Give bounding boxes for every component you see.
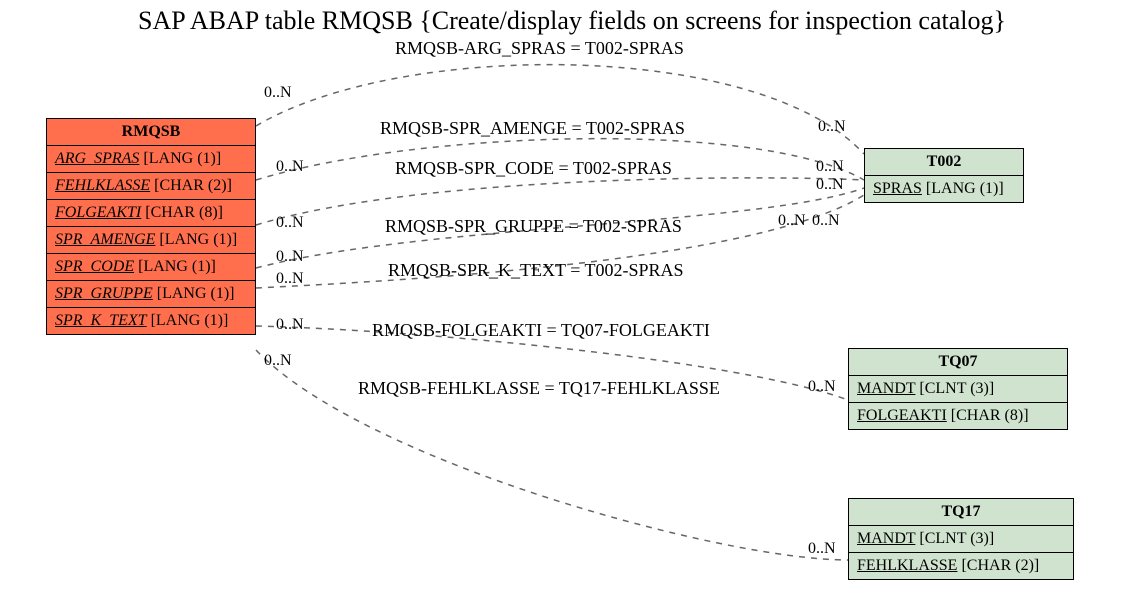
cardinality-label: 0..N (816, 158, 844, 176)
relation-label: RMQSB-ARG_SPRAS = T002-SPRAS (395, 38, 684, 59)
field-row: FEHLKLASSE [CHAR (2)] (47, 173, 255, 200)
page-title: SAP ABAP table RMQSB {Create/display fie… (0, 6, 1144, 36)
field-type: [CHAR (2)] (961, 557, 1039, 574)
field-row: SPRAS [LANG (1)] (865, 176, 1023, 202)
field-name: FEHLKLASSE (55, 177, 150, 194)
table-tq17: TQ17 MANDT [CLNT (3)] FEHLKLASSE [CHAR (… (848, 498, 1074, 580)
field-name: ARG_SPRAS (55, 150, 139, 167)
field-type: [LANG (1)] (926, 180, 1004, 197)
cardinality-label: 0..N (812, 212, 840, 230)
field-name: FOLGEAKTI (857, 407, 947, 424)
field-type: [CHAR (2)] (154, 177, 232, 194)
field-type: [LANG (1)] (157, 285, 235, 302)
table-rmqsb: RMQSB ARG_SPRAS [LANG (1)] FEHLKLASSE [C… (46, 118, 256, 335)
field-type: [CHAR (8)] (145, 204, 223, 221)
field-name: SPR_K_TEXT (55, 312, 147, 329)
table-t002-header: T002 (865, 149, 1023, 176)
field-name: MANDT (857, 380, 915, 397)
cardinality-label: 0..N (276, 270, 304, 288)
field-row: MANDT [CLNT (3)] (849, 526, 1073, 553)
cardinality-label: 0..N (818, 118, 846, 136)
relation-label: RMQSB-SPR_K_TEXT = T002-SPRAS (388, 260, 684, 281)
table-tq07-header: TQ07 (849, 349, 1067, 376)
cardinality-label: 0..N (264, 84, 292, 102)
field-name: SPR_CODE (55, 258, 134, 275)
field-row: FOLGEAKTI [CHAR (8)] (47, 200, 255, 227)
field-row: MANDT [CLNT (3)] (849, 376, 1067, 403)
field-name: FOLGEAKTI (55, 204, 141, 221)
cardinality-label: 0..N (264, 352, 292, 370)
field-row: FEHLKLASSE [CHAR (2)] (849, 553, 1073, 579)
field-type: [LANG (1)] (151, 312, 229, 329)
field-row: FOLGEAKTI [CHAR (8)] (849, 403, 1067, 429)
field-type: [CLNT (3)] (919, 380, 994, 397)
cardinality-label: 0..N (276, 214, 304, 232)
cardinality-label: 0..N (276, 158, 304, 176)
cardinality-label: 0..N (808, 378, 836, 396)
relation-label: RMQSB-FEHLKLASSE = TQ17-FEHLKLASSE (358, 378, 720, 399)
table-rmqsb-header: RMQSB (47, 119, 255, 146)
field-name: SPRAS (873, 180, 922, 197)
field-row: SPR_GRUPPE [LANG (1)] (47, 281, 255, 308)
table-tq07: TQ07 MANDT [CLNT (3)] FOLGEAKTI [CHAR (8… (848, 348, 1068, 430)
cardinality-label: 0..N (816, 176, 844, 194)
field-name: MANDT (857, 530, 915, 547)
table-t002: T002 SPRAS [LANG (1)] (864, 148, 1024, 203)
cardinality-label: 0..N (276, 248, 304, 266)
cardinality-label: 0..N (808, 540, 836, 558)
field-type: [CHAR (8)] (951, 407, 1029, 424)
field-type: [LANG (1)] (143, 150, 221, 167)
field-row: SPR_AMENGE [LANG (1)] (47, 227, 255, 254)
relation-label: RMQSB-SPR_AMENGE = T002-SPRAS (380, 118, 685, 139)
field-type: [CLNT (3)] (919, 530, 994, 547)
field-type: [LANG (1)] (159, 231, 237, 248)
field-row: ARG_SPRAS [LANG (1)] (47, 146, 255, 173)
field-row: SPR_K_TEXT [LANG (1)] (47, 308, 255, 334)
table-tq17-header: TQ17 (849, 499, 1073, 526)
cardinality-label: 0..N (276, 316, 304, 334)
relation-label: RMQSB-SPR_CODE = T002-SPRAS (395, 158, 672, 179)
relation-label: RMQSB-FOLGEAKTI = TQ07-FOLGEAKTI (372, 320, 710, 341)
field-row: SPR_CODE [LANG (1)] (47, 254, 255, 281)
field-name: SPR_GRUPPE (55, 285, 153, 302)
relation-label: RMQSB-SPR_GRUPPE = T002-SPRAS (385, 216, 682, 237)
field-type: [LANG (1)] (138, 258, 216, 275)
field-name: SPR_AMENGE (55, 231, 155, 248)
field-name: FEHLKLASSE (857, 557, 957, 574)
cardinality-label: 0..N (778, 212, 806, 230)
